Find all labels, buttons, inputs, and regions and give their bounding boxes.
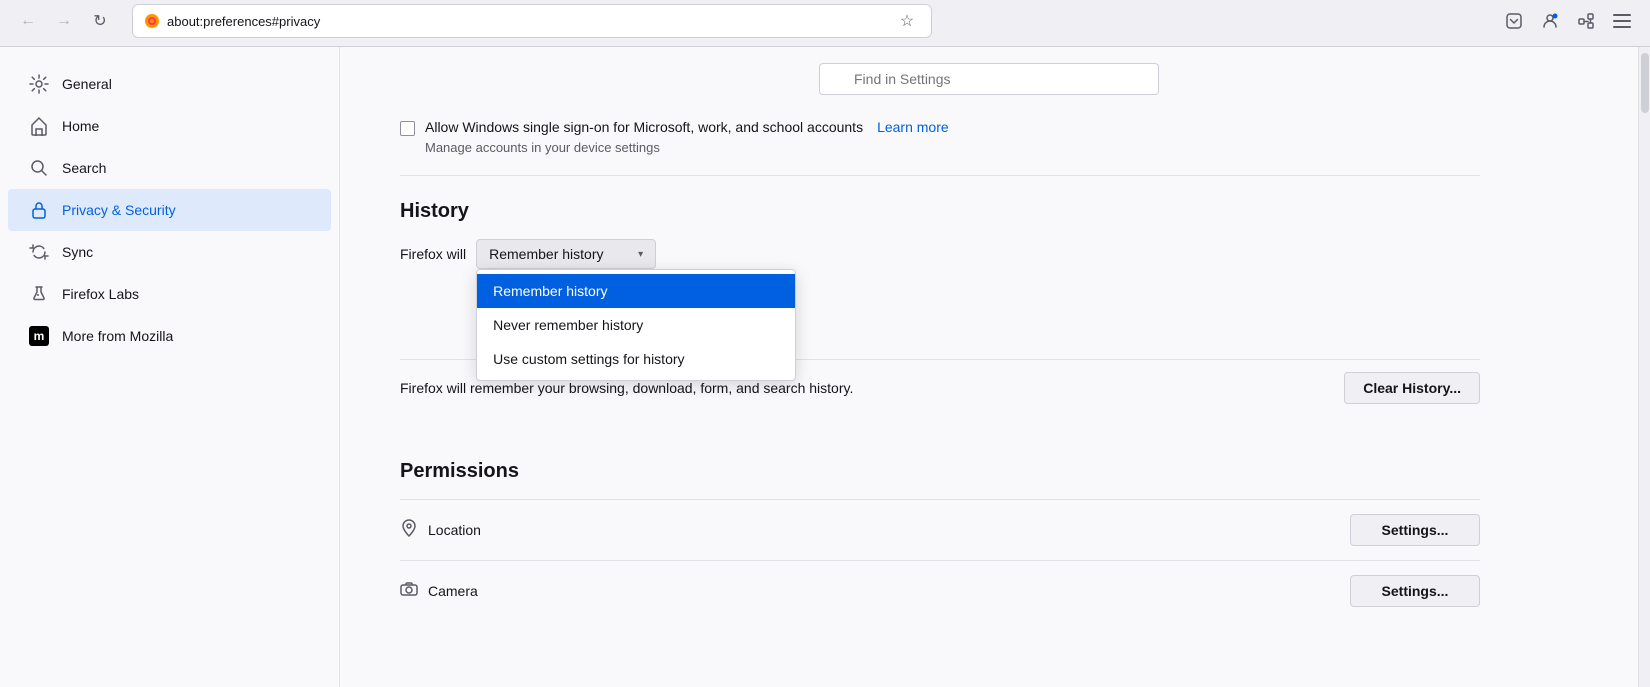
permission-row-location: Location Settings... [400,499,1480,560]
clear-history-button[interactable]: Clear History... [1344,372,1480,404]
pocket-icon [1505,12,1523,30]
sync-label: Sync [62,244,93,260]
home-icon [28,115,50,137]
sidebar: General Home Search [0,47,340,687]
privacy-label: Privacy & Security [62,202,176,218]
camera-icon [400,580,418,603]
forward-icon: → [56,12,72,30]
forward-button[interactable]: → [48,5,80,37]
search-label: Search [62,160,106,176]
nav-buttons: ← → ↻ [12,5,116,37]
sidebar-item-sync[interactable]: Sync [8,231,331,273]
sidebar-item-more-mozilla[interactable]: m More from Mozilla [8,315,331,357]
camera-settings-button[interactable]: Settings... [1350,575,1480,607]
url-text: about:preferences#privacy [167,14,887,29]
permission-camera-left: Camera [400,580,478,603]
reload-button[interactable]: ↻ [84,5,116,37]
dropdown-chevron-icon: ▾ [638,249,643,260]
pocket-button[interactable] [1498,5,1530,37]
camera-label: Camera [428,583,478,599]
star-icon: ☆ [900,11,914,31]
sso-sub-text: Manage accounts in your device settings [400,140,1480,155]
privacy-icon [28,199,50,221]
main-area: General Home Search [0,47,1650,687]
profile-button[interactable] [1534,5,1566,37]
content-area: Allow Windows single sign-on for Microso… [340,47,1638,687]
history-dropdown-container: Remember history ▾ Remember history Neve… [476,239,656,269]
general-icon [28,73,50,95]
reload-icon: ↻ [93,11,106,31]
sync-icon [28,241,50,263]
firefox-labs-icon [28,283,50,305]
history-section: History Firefox will Remember history ▾ … [400,176,1480,436]
permissions-section: Permissions Location Settings... [400,436,1480,621]
address-bar[interactable]: about:preferences#privacy ☆ [132,4,932,38]
dropdown-option-remember[interactable]: Remember history [477,274,795,308]
find-settings-wrapper [819,63,1159,95]
history-dropdown-selected-label: Remember history [489,246,603,262]
firefox-will-label: Firefox will [400,246,466,262]
history-dropdown-menu: Remember history Never remember history … [476,269,796,381]
search-sidebar-icon [28,157,50,179]
learn-more-link[interactable]: Learn more [877,119,949,135]
scrollbar-thumb [1641,53,1649,113]
permission-location-left: Location [400,519,481,542]
history-description-text: Firefox will remember your browsing, dow… [400,380,853,396]
more-mozilla-icon: m [28,325,50,347]
sidebar-item-firefox-labs[interactable]: Firefox Labs [8,273,331,315]
sso-checkbox[interactable] [400,121,415,136]
firefox-logo [143,12,161,30]
home-label: Home [62,118,99,134]
history-section-title: History [400,200,1480,223]
menu-button[interactable] [1606,5,1638,37]
extensions-icon [1577,12,1595,30]
location-settings-button[interactable]: Settings... [1350,514,1480,546]
browser-chrome: ← → ↻ about:preferences#privacy ☆ [0,0,1650,47]
settings-content: Allow Windows single sign-on for Microso… [340,103,1540,621]
dropdown-option-custom[interactable]: Use custom settings for history [477,342,795,376]
sidebar-item-search[interactable]: Search [8,147,331,189]
sidebar-item-home[interactable]: Home [8,105,331,147]
toolbar-right [1498,5,1638,37]
right-scrollbar[interactable] [1638,47,1650,687]
history-row: Firefox will Remember history ▾ Remember… [400,239,1480,269]
hamburger-menu-icon [1613,14,1631,28]
sso-checkbox-row: Allow Windows single sign-on for Microso… [400,119,1480,136]
location-icon [400,519,418,542]
find-settings-bar [340,47,1638,103]
dropdown-option-never[interactable]: Never remember history [477,308,795,342]
location-label: Location [428,522,481,538]
history-dropdown-button[interactable]: Remember history ▾ [476,239,656,269]
back-icon: ← [20,12,36,30]
find-settings-input[interactable] [819,63,1159,95]
permission-row-camera: Camera Settings... [400,560,1480,621]
sidebar-item-general[interactable]: General [8,63,331,105]
bookmark-star-button[interactable]: ☆ [893,7,921,35]
extensions-button[interactable] [1570,5,1602,37]
sidebar-item-privacy[interactable]: Privacy & Security [8,189,331,231]
address-bar-row: ← → ↻ about:preferences#privacy ☆ [0,0,1650,46]
back-button[interactable]: ← [12,5,44,37]
sso-label: Allow Windows single sign-on for Microso… [425,119,863,135]
profile-icon [1541,12,1559,30]
general-label: General [62,76,112,92]
permissions-section-title: Permissions [400,460,1480,483]
more-mozilla-label: More from Mozilla [62,328,173,344]
firefox-labs-label: Firefox Labs [62,286,139,302]
sso-section: Allow Windows single sign-on for Microso… [400,103,1480,176]
